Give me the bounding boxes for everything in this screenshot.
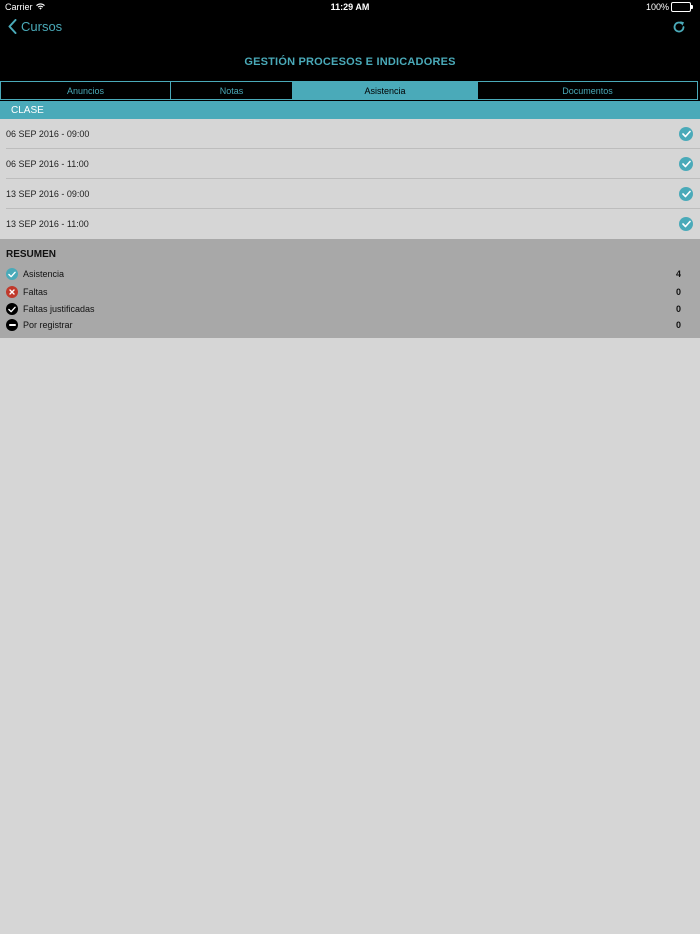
tab-asistencia[interactable]: Asistencia <box>293 81 478 100</box>
summary-row-asistencia: Asistencia 4 <box>6 267 681 281</box>
check-circle-dark-icon <box>6 303 18 315</box>
status-time: 11:29 AM <box>330 2 370 12</box>
check-circle-icon <box>679 217 693 231</box>
summary-row-faltas: Faltas 0 <box>6 285 681 299</box>
class-date-label: 06 SEP 2016 - 09:00 <box>6 129 90 139</box>
summary-label: Faltas justificadas <box>23 304 95 314</box>
back-button[interactable]: Cursos <box>8 19 62 34</box>
summary-label: Faltas <box>23 287 48 297</box>
check-circle-icon <box>6 268 18 280</box>
chevron-left-icon <box>8 19 17 34</box>
page-title: GESTIÓN PROCESOS E INDICADORES <box>244 56 456 68</box>
tab-anuncios[interactable]: Anuncios <box>0 81 171 100</box>
class-row[interactable]: 06 SEP 2016 - 11:00 <box>0 149 700 179</box>
check-circle-icon <box>679 157 693 171</box>
status-bar: Carrier 11:29 AM 100% <box>0 0 700 14</box>
summary-value: 4 <box>675 269 681 279</box>
x-circle-icon <box>6 286 18 298</box>
battery-indicator: 100% <box>646 2 696 12</box>
summary-label: Por registrar <box>23 320 73 330</box>
tab-notas[interactable]: Notas <box>171 81 293 100</box>
top-header: Carrier 11:29 AM 100% Cursos GESTIÓN PRO… <box>0 0 700 101</box>
class-list: 06 SEP 2016 - 09:00 06 SEP 2016 - 11:00 … <box>0 119 700 239</box>
summary-panel: RESUMEN Asistencia 4 Faltas 0 Faltas jus… <box>0 239 700 338</box>
summary-label: Asistencia <box>23 269 65 279</box>
tab-label: Asistencia <box>364 85 406 96</box>
check-circle-icon <box>679 127 693 141</box>
class-date-label: 13 SEP 2016 - 11:00 <box>6 219 89 229</box>
minus-circle-icon <box>6 319 18 331</box>
tab-label: Anuncios <box>66 85 105 96</box>
summary-row-faltas-justificadas: Faltas justificadas 0 <box>6 302 681 316</box>
summary-value: 0 <box>675 304 681 314</box>
summary-row-por-registrar: Por registrar 0 <box>6 318 681 332</box>
battery-icon <box>671 2 693 12</box>
refresh-button[interactable] <box>672 20 686 39</box>
class-row[interactable]: 13 SEP 2016 - 09:00 <box>0 179 700 209</box>
section-header-clase: CLASE <box>0 101 700 119</box>
tab-label: Notas <box>219 85 244 96</box>
summary-value: 0 <box>675 287 681 297</box>
class-date-label: 13 SEP 2016 - 09:00 <box>6 189 90 199</box>
class-row[interactable]: 13 SEP 2016 - 11:00 <box>0 209 700 239</box>
back-button-label: Cursos <box>21 19 63 34</box>
battery-percent: 100% <box>645 2 669 12</box>
summary-value: 0 <box>675 320 681 330</box>
class-date-label: 06 SEP 2016 - 11:00 <box>6 159 89 169</box>
tab-bar: Anuncios Notas Asistencia Documentos <box>0 81 700 101</box>
check-circle-icon <box>679 187 693 201</box>
refresh-icon <box>673 21 685 33</box>
summary-title: RESUMEN <box>6 249 57 260</box>
class-row[interactable]: 06 SEP 2016 - 09:00 <box>0 119 700 149</box>
tab-documentos[interactable]: Documentos <box>478 81 698 100</box>
tab-label: Documentos <box>562 85 613 96</box>
